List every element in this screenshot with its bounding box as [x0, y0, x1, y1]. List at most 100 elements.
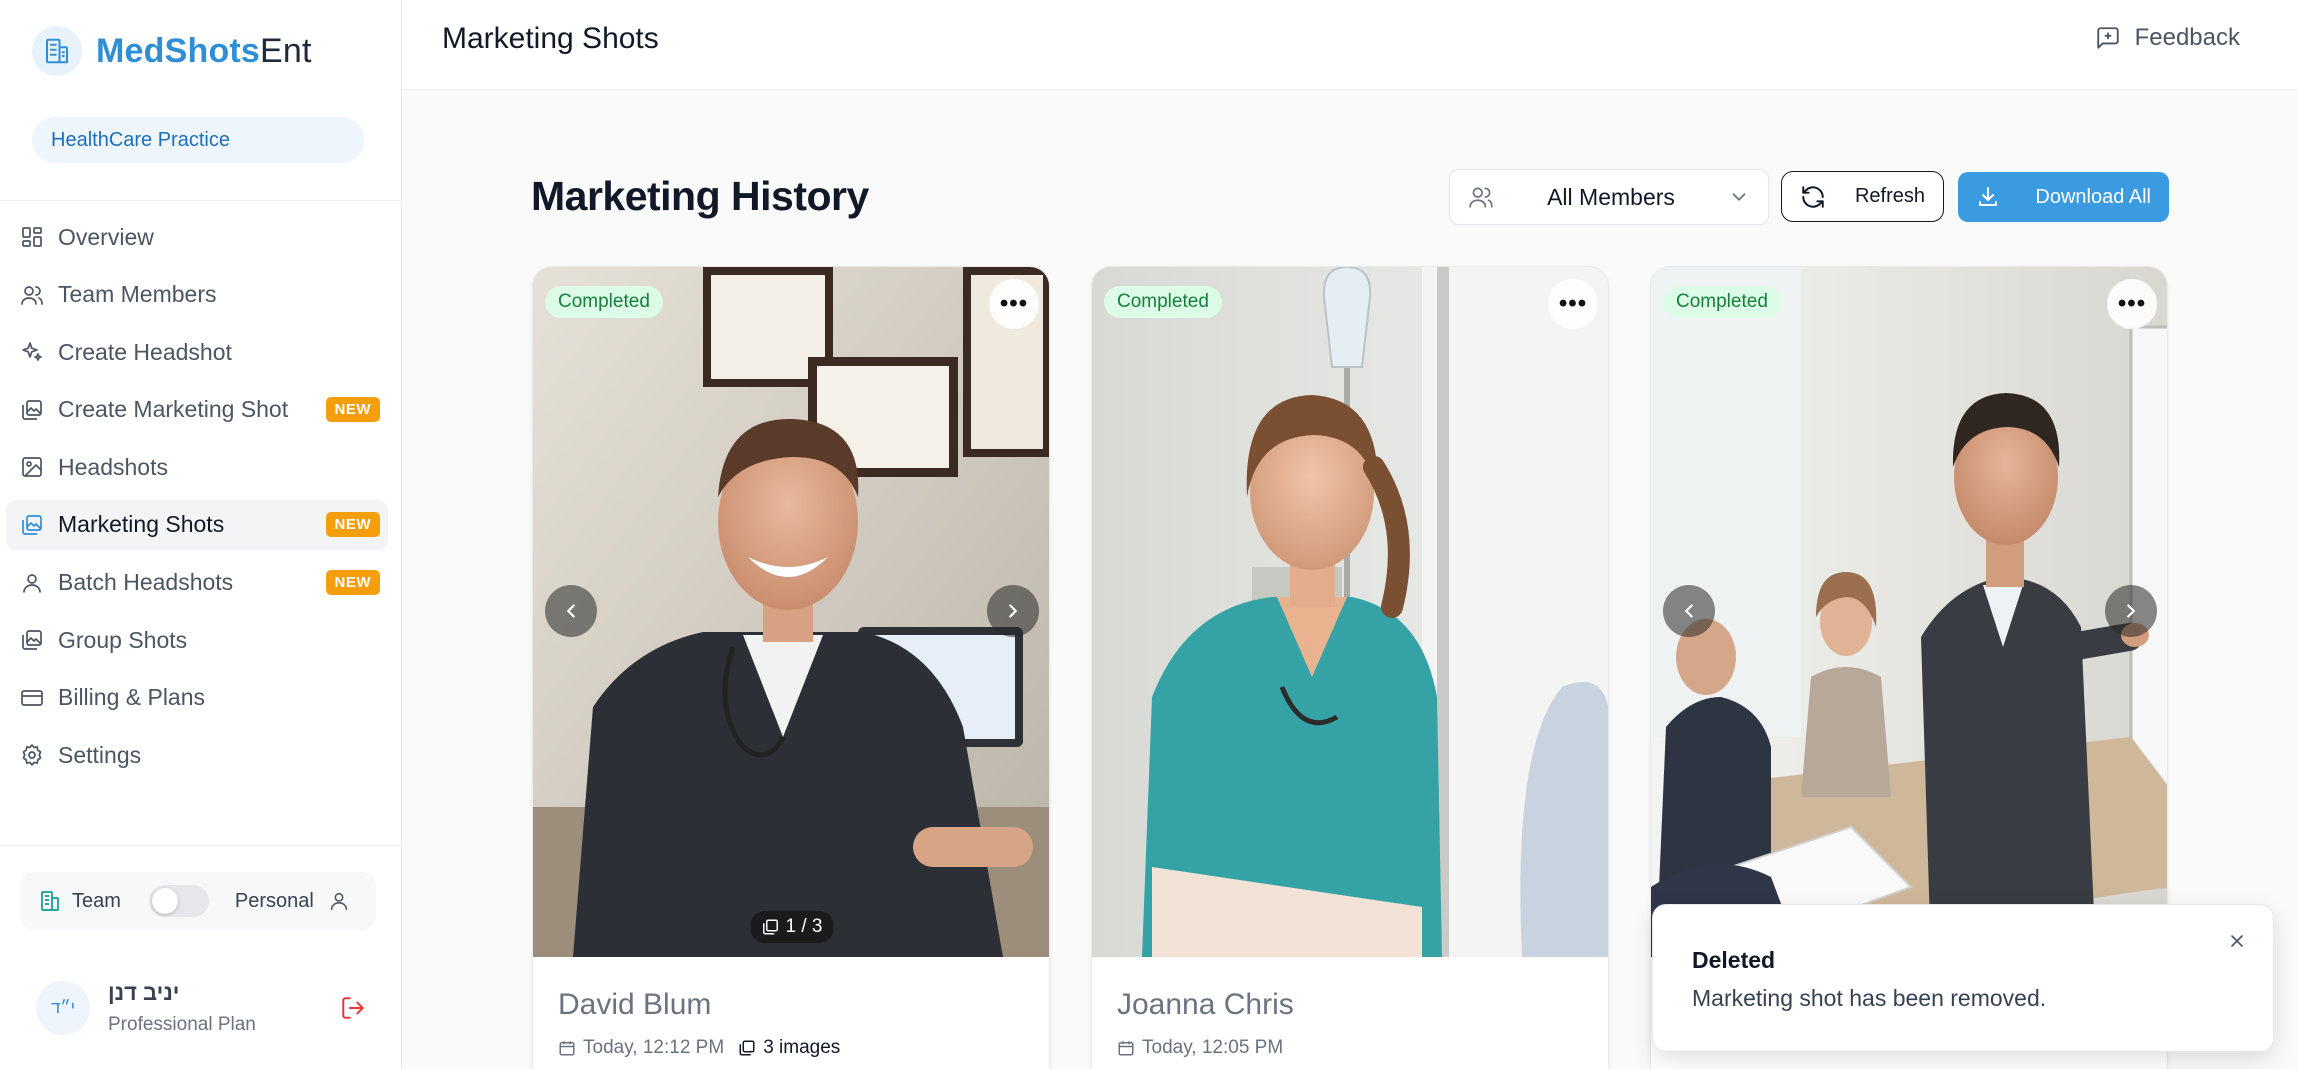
ellipsis-icon: ••• [1558, 290, 1588, 317]
card-meta: Today, 12:12 PM 3 images [558, 1037, 840, 1059]
member-name: Joanna Chris [1117, 988, 1294, 1021]
sidebar-item-headshots[interactable]: Headshots [6, 442, 388, 492]
sidebar-item-marketing-shots[interactable]: Marketing Shots NEW [6, 499, 388, 550]
carousel-next-button[interactable] [2105, 585, 2157, 637]
personal-label: Personal [234, 889, 314, 912]
more-options-button[interactable]: ••• [1548, 279, 1598, 329]
message-square-icon [2095, 25, 2121, 51]
sidebar-item-label: Create Headshot [58, 338, 232, 365]
calendar-icon [1117, 1039, 1135, 1057]
image-count: 3 images [738, 1037, 840, 1059]
sidebar-item-settings[interactable]: Settings [6, 730, 388, 780]
new-badge: NEW [325, 570, 380, 596]
created-time: Today, 12:05 PM [1142, 1037, 1284, 1058]
user-info: יניב דנן Professional Plan [108, 980, 340, 1036]
feedback-button[interactable]: Feedback [2095, 24, 2240, 52]
sidebar: MedShotsEnt HealthCare Practice Overview… [0, 0, 402, 1069]
sidebar-item-label: Headshots [58, 453, 168, 480]
sidebar-item-batch-headshots[interactable]: Batch Headshots NEW [6, 558, 388, 608]
avatar[interactable]: י״ד [36, 981, 90, 1035]
marketing-shot-card[interactable]: Completed ••• Joanna Chris Today, 12:05 … [1091, 266, 1609, 1069]
sidebar-nav: Overview Team Members Create Headshot Cr… [6, 212, 388, 788]
sidebar-item-overview[interactable]: Overview [6, 212, 388, 262]
member-name: David Blum [558, 988, 712, 1021]
team-personal-switch: Team Personal [20, 872, 376, 930]
more-options-button[interactable]: ••• [2107, 279, 2157, 329]
sidebar-item-team-members[interactable]: Team Members [6, 270, 388, 320]
practice-selector[interactable]: HealthCare Practice [32, 117, 364, 163]
user-profile: י״ד יניב דנן Professional Plan [36, 975, 366, 1041]
created-time: Today, 12:12 PM [583, 1037, 725, 1058]
credit-card-icon [18, 684, 46, 712]
status-badge: Completed [545, 286, 663, 318]
ellipsis-icon: ••• [2117, 290, 2147, 317]
user-icon [328, 890, 350, 912]
sidebar-item-create-marketing-shot[interactable]: Create Marketing Shot NEW [6, 385, 388, 435]
refresh-button[interactable]: Refresh [1781, 171, 1944, 222]
images-icon [738, 1039, 756, 1057]
marketing-photo[interactable]: Completed ••• [1092, 267, 1608, 957]
sidebar-item-label: Create Marketing Shot [58, 396, 289, 423]
users-icon [18, 281, 46, 309]
users-icon [1468, 184, 1494, 210]
brand-name-main: MedShots [96, 31, 261, 70]
toggle-knob [151, 888, 178, 914]
new-badge: NEW [325, 512, 380, 538]
brand-name-suffix: Ent [260, 31, 312, 70]
sidebar-item-label: Team Members [58, 281, 217, 308]
marketing-photo[interactable]: Completed ••• [1651, 267, 2167, 957]
toast-title: Deleted [1692, 947, 1776, 973]
section-title: Marketing History [531, 173, 869, 219]
images-icon [18, 396, 46, 424]
sidebar-item-label: Settings [58, 741, 142, 768]
chevron-left-icon [560, 600, 582, 622]
marketing-photo[interactable]: Completed ••• 1 / 3 [533, 267, 1049, 957]
image-count-text: 3 images [763, 1037, 841, 1058]
carousel-prev-button[interactable] [1663, 585, 1715, 637]
building-icon [38, 889, 62, 913]
sparkle-icon [18, 338, 46, 366]
sidebar-item-label: Group Shots [58, 626, 188, 653]
user-plan: Professional Plan [108, 1014, 256, 1035]
mode-toggle[interactable] [148, 885, 209, 917]
download-all-label: Download All [2035, 185, 2151, 208]
chevron-left-icon [1678, 600, 1700, 622]
status-badge: Completed [1663, 286, 1781, 318]
chevron-down-icon [1728, 186, 1750, 208]
ellipsis-icon: ••• [999, 290, 1029, 317]
carousel-prev-button[interactable] [545, 585, 597, 637]
close-icon [2227, 931, 2247, 951]
logout-icon[interactable] [340, 995, 366, 1021]
top-bar: Marketing Shots Feedback [403, 0, 2298, 90]
image-counter-text: 1 / 3 [785, 916, 823, 937]
sidebar-item-group-shots[interactable]: Group Shots [6, 615, 388, 665]
toast-close-button[interactable] [2223, 927, 2251, 955]
toast-notification: Deleted Marketing shot has been removed. [1652, 904, 2274, 1052]
image-counter: 1 / 3 [750, 911, 834, 943]
chevron-right-icon [2120, 600, 2142, 622]
user-icon [18, 569, 46, 597]
more-options-button[interactable]: ••• [989, 279, 1039, 329]
refresh-icon [1800, 184, 1826, 210]
status-badge: Completed [1104, 286, 1222, 318]
new-badge: NEW [325, 397, 380, 423]
sidebar-divider [0, 200, 402, 201]
sidebar-item-billing[interactable]: Billing & Plans [6, 673, 388, 723]
member-filter-select[interactable]: All Members [1449, 169, 1769, 225]
page-title: Marketing Shots [442, 22, 659, 55]
brand-name: MedShotsEnt [96, 32, 312, 71]
user-name: יניב דנן [108, 980, 180, 1005]
marketing-shot-card[interactable]: Completed ••• 1 / 3 David Blum Today, 12… [532, 266, 1050, 1069]
toast-message: Marketing shot has been removed. [1692, 985, 2047, 1011]
download-all-button[interactable]: Download All [1958, 172, 2169, 222]
chevron-right-icon [1002, 600, 1024, 622]
images-icon [18, 626, 46, 654]
sidebar-item-label: Billing & Plans [58, 684, 206, 711]
calendar-icon [558, 1039, 576, 1057]
card-meta: Today, 12:05 PM [1117, 1037, 1283, 1059]
brand[interactable]: MedShotsEnt [32, 26, 312, 76]
sidebar-item-create-headshot[interactable]: Create Headshot [6, 327, 388, 377]
download-icon [1976, 185, 2000, 209]
carousel-next-button[interactable] [987, 585, 1039, 637]
gear-icon [18, 741, 46, 769]
